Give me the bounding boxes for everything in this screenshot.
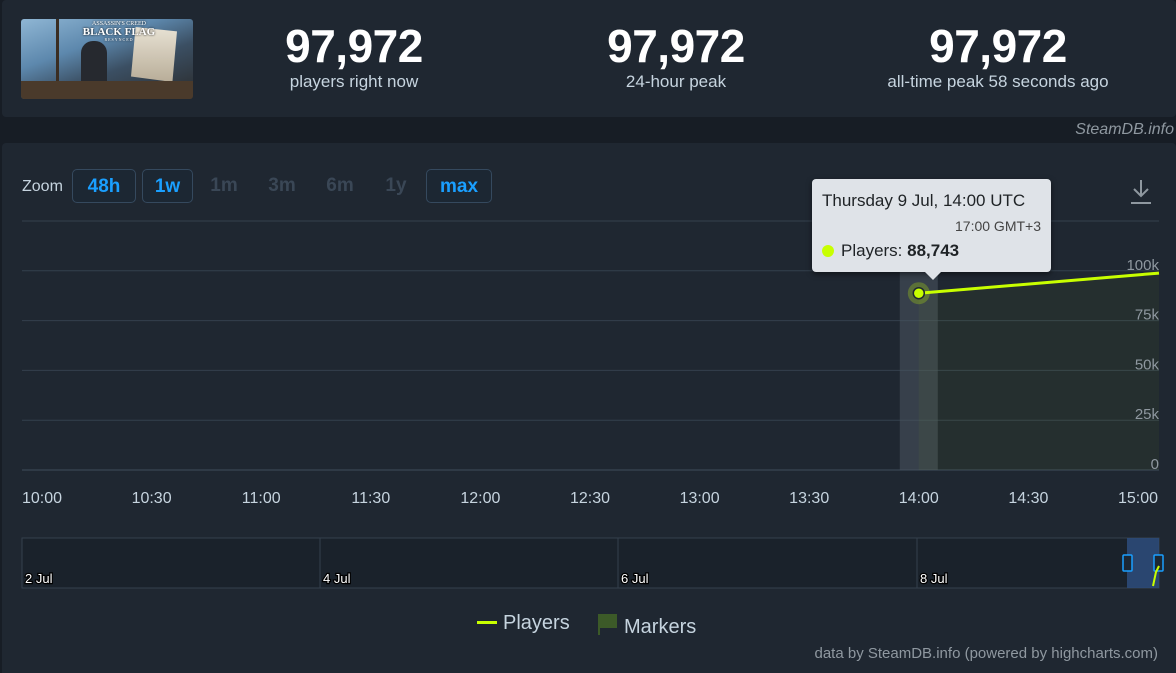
hover-point bbox=[912, 286, 926, 300]
y-tick-label: 0 bbox=[1151, 456, 1159, 473]
credits: data by SteamDB.info (powered by highcha… bbox=[814, 645, 1159, 662]
navigator-handle-left[interactable] bbox=[1122, 554, 1133, 572]
tooltip-date: Thursday 9 Jul, 14:00 UTC bbox=[822, 191, 1026, 210]
data-points bbox=[907, 282, 930, 305]
y-tick-label: 100k bbox=[1126, 257, 1159, 274]
legend-players-label: Players bbox=[503, 612, 570, 634]
tooltip-arrow bbox=[925, 272, 941, 280]
navigator-label: 4 Jul bbox=[323, 571, 351, 586]
players-area bbox=[918, 273, 1159, 470]
x-tick-label: 11:30 bbox=[351, 490, 390, 507]
x-tick-label: 14:30 bbox=[1008, 490, 1048, 507]
y-tick-label: 25k bbox=[1135, 406, 1160, 423]
navigator-label: 6 Jul bbox=[621, 571, 649, 586]
chart-tooltip: Thursday 9 Jul, 14:00 UTC 17:00 GMT+3 Pl… bbox=[812, 179, 1051, 280]
y-tick-label: 75k bbox=[1135, 307, 1160, 324]
navigator-label: 8 Jul bbox=[920, 571, 948, 586]
players-dot-icon bbox=[822, 245, 834, 257]
x-tick-label: 11:00 bbox=[242, 490, 281, 507]
x-tick-label: 13:30 bbox=[789, 490, 829, 507]
tooltip-local-time: 17:00 GMT+3 bbox=[955, 218, 1041, 234]
tooltip-series-value: 88,743 bbox=[907, 241, 960, 260]
x-tick-label: 13:00 bbox=[680, 490, 720, 507]
x-axis-labels: 10:00 10:30 11:00 11:30 12:00 12:30 13:00 13:30… bbox=[22, 490, 1158, 507]
legend-markers[interactable]: Markers bbox=[597, 612, 696, 639]
navigator-track bbox=[21, 537, 1160, 589]
players-line-icon bbox=[477, 621, 497, 624]
x-tick-label: 10:00 bbox=[22, 490, 62, 507]
legend-players[interactable]: Players bbox=[477, 612, 570, 635]
x-tick-label: 12:00 bbox=[460, 490, 500, 507]
navigator: 2 Jul 4 Jul 6 Jul 8 Jul bbox=[21, 537, 1164, 589]
tooltip-series: Players: 88,743 bbox=[822, 241, 959, 261]
tooltip-series-label: Players: bbox=[841, 241, 908, 260]
x-tick-label: 14:00 bbox=[899, 490, 939, 507]
x-tick-label: 15:00 bbox=[1118, 490, 1158, 507]
navigator-label: 2 Jul bbox=[25, 571, 53, 586]
y-tick-label: 50k bbox=[1135, 356, 1160, 373]
legend-markers-label: Markers bbox=[624, 616, 697, 638]
x-tick-label: 10:30 bbox=[132, 490, 172, 507]
x-tick-label: 12:30 bbox=[570, 490, 610, 507]
player-count-chart[interactable]: 0 25k 50k 75k 100k 10:00 10:30 11:00 11:30 12:00… bbox=[0, 0, 1176, 673]
flag-icon bbox=[598, 614, 617, 635]
